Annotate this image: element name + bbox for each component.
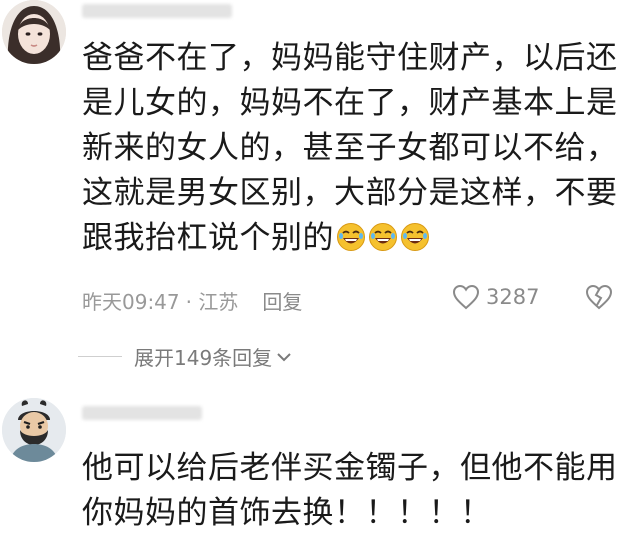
heart-outline-icon	[452, 284, 480, 310]
comment-text: 他可以给后老伴买金镯子，但他不能用你妈妈的首饰去换！！！！！	[82, 450, 618, 531]
broken-heart-icon	[585, 284, 613, 310]
username-blurred[interactable]	[82, 4, 232, 18]
divider-line	[78, 356, 122, 357]
rofl-emoji-icon	[337, 223, 365, 251]
comment-location: · 江苏	[185, 289, 239, 314]
user-avatar[interactable]	[2, 398, 66, 462]
comment-time: 昨天09:47	[82, 289, 180, 314]
expand-replies-button[interactable]: 展开149条回复	[78, 342, 292, 371]
user-avatar[interactable]	[2, 0, 66, 64]
avatar-girl-image	[2, 0, 66, 64]
rofl-emoji-icon	[369, 223, 397, 251]
comment-text: 爸爸不在了，妈妈能守住财产，以后还是儿女的，妈妈不在了，财产基本上是新来的女人的…	[82, 36, 630, 261]
chevron-down-icon	[277, 352, 291, 361]
comment-meta: 昨天09:47 · 江苏 回复	[82, 285, 302, 315]
avatar-bearded-man-image	[2, 398, 66, 462]
reply-button[interactable]: 回复	[262, 286, 302, 315]
like-button[interactable]: 3287	[452, 284, 539, 310]
like-count: 3287	[486, 285, 540, 309]
rofl-emoji-icon	[401, 223, 429, 251]
expand-replies-label: 展开149条回复	[134, 346, 273, 370]
dislike-button[interactable]	[585, 284, 613, 314]
emoji-group	[336, 222, 430, 252]
username-blurred[interactable]	[82, 406, 202, 420]
